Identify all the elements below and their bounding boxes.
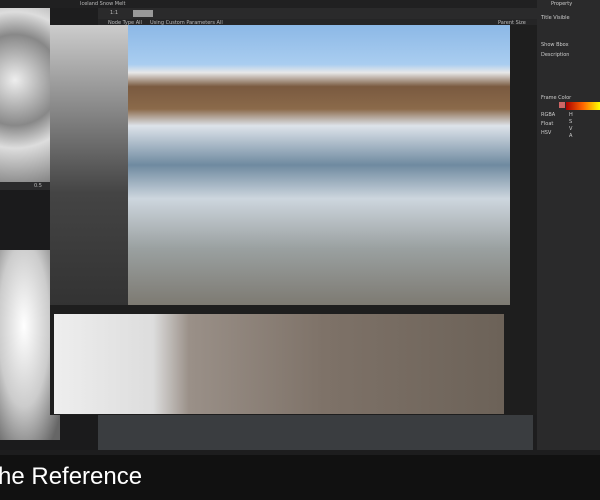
frame-color-swatch[interactable] xyxy=(559,102,565,108)
zoom-label: 1:1 xyxy=(110,10,119,16)
show-bbox-toggle[interactable]: Show Bbox xyxy=(541,42,569,48)
graph-toolbar: 1:1 xyxy=(98,8,538,19)
hsv-button[interactable]: HSV xyxy=(541,130,551,136)
properties-panel: Property Title Visible Show Bbox Descrip… xyxy=(537,0,600,450)
2d-view-preview[interactable] xyxy=(0,8,50,188)
rgba-button[interactable]: RGBA xyxy=(541,112,555,118)
reference-photo-snow-closeup xyxy=(50,25,128,305)
reference-photo-snow-ground xyxy=(54,314,504,414)
color-gradient-picker[interactable] xyxy=(566,102,600,110)
2d-view-zoom: 0.5 xyxy=(34,183,42,189)
title-bar: Iceland Snow Melt xyxy=(0,0,600,8)
channel-s: S xyxy=(569,119,573,125)
caption-text: he Reference xyxy=(0,463,143,490)
properties-title: Property xyxy=(551,1,573,7)
node-graph-grid[interactable] xyxy=(98,415,533,450)
frame-color-label: Frame Color xyxy=(541,95,572,101)
channel-a: A xyxy=(569,133,573,139)
title-visible-toggle[interactable]: Title Visible xyxy=(541,15,570,21)
channel-v: V xyxy=(569,126,573,132)
2d-view-statusbar: 0.5 xyxy=(0,182,52,190)
description-section: Description xyxy=(541,52,570,58)
window-title: Iceland Snow Melt xyxy=(80,1,126,7)
channel-h: H xyxy=(569,112,573,118)
zoom-field[interactable] xyxy=(133,10,153,17)
float-button[interactable]: Float xyxy=(541,121,553,127)
reference-photo-melting-snow-landscape xyxy=(128,25,510,305)
video-caption: he Reference xyxy=(0,455,600,500)
